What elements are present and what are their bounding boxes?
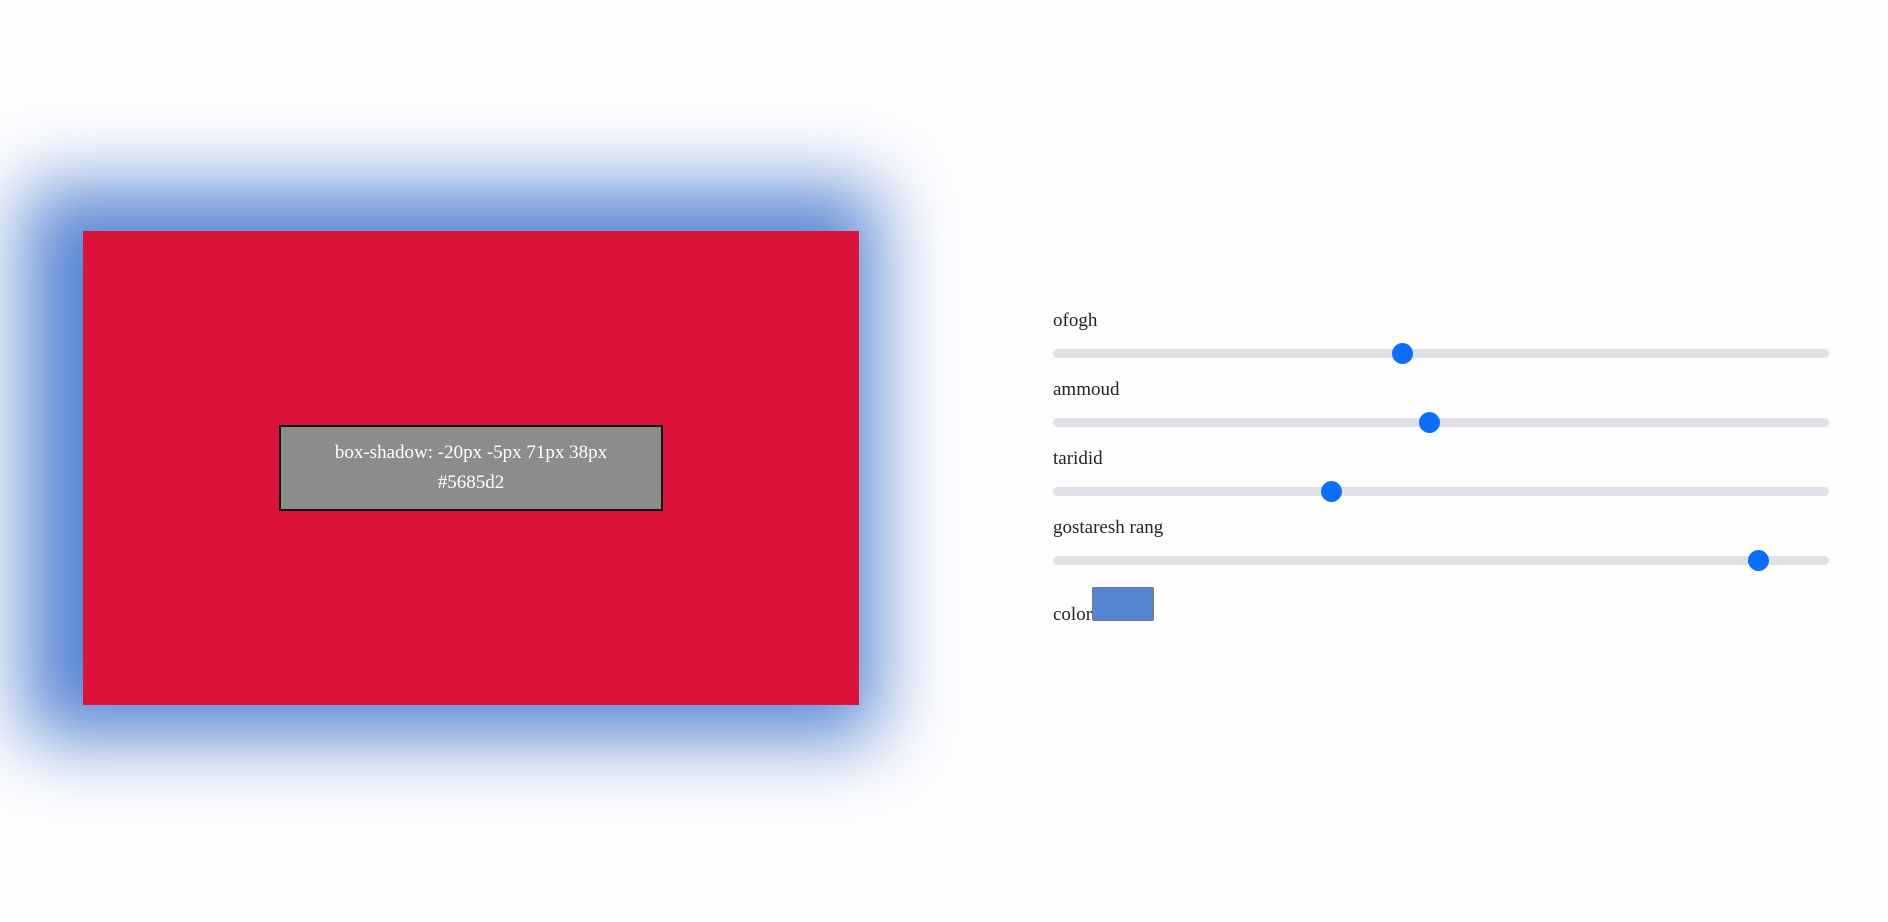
gostaresh-rang-label: gostaresh rang	[1053, 517, 1164, 538]
slider-thumb[interactable]	[1392, 343, 1414, 364]
ammoud-label: ammoud	[1053, 379, 1120, 400]
taridid-label: taridid	[1053, 448, 1103, 469]
slider-thumb[interactable]	[1747, 550, 1769, 571]
slider-track	[1053, 418, 1829, 427]
control-color: color	[1053, 587, 1829, 627]
slider-thumb[interactable]	[1320, 481, 1342, 502]
shadow-preview-box: box-shadow: -20px -5px 71px 38px #5685d2	[83, 231, 859, 705]
ofogh-slider[interactable]	[1053, 342, 1829, 364]
box-shadow-code-line-1: box-shadow: -20px -5px 71px 38px	[334, 442, 608, 463]
slider-track	[1053, 487, 1829, 496]
control-taridid: taridid	[1053, 447, 1829, 516]
color-label: color	[1053, 604, 1093, 625]
control-ammoud: ammoud	[1053, 378, 1829, 447]
ammoud-slider[interactable]	[1053, 411, 1829, 433]
box-shadow-code-line-2: #5685d2	[437, 472, 505, 493]
color-picker-input[interactable]	[1092, 587, 1155, 621]
slider-thumb[interactable]	[1419, 412, 1441, 433]
slider-track	[1053, 556, 1829, 565]
ofogh-label: ofogh	[1053, 310, 1098, 331]
control-gostaresh-rang: gostaresh rang	[1053, 516, 1829, 585]
slider-track	[1053, 349, 1829, 358]
page: box-shadow: -20px -5px 71px 38px #5685d2…	[0, 0, 1888, 922]
controls-panel: ofogh ammoud taridid gostaresh rang colo…	[1053, 309, 1829, 627]
control-ofogh: ofogh	[1053, 309, 1829, 378]
taridid-slider[interactable]	[1053, 480, 1829, 502]
gostaresh-rang-slider[interactable]	[1053, 549, 1829, 571]
box-shadow-code-label: box-shadow: -20px -5px 71px 38px #5685d2	[279, 425, 663, 511]
